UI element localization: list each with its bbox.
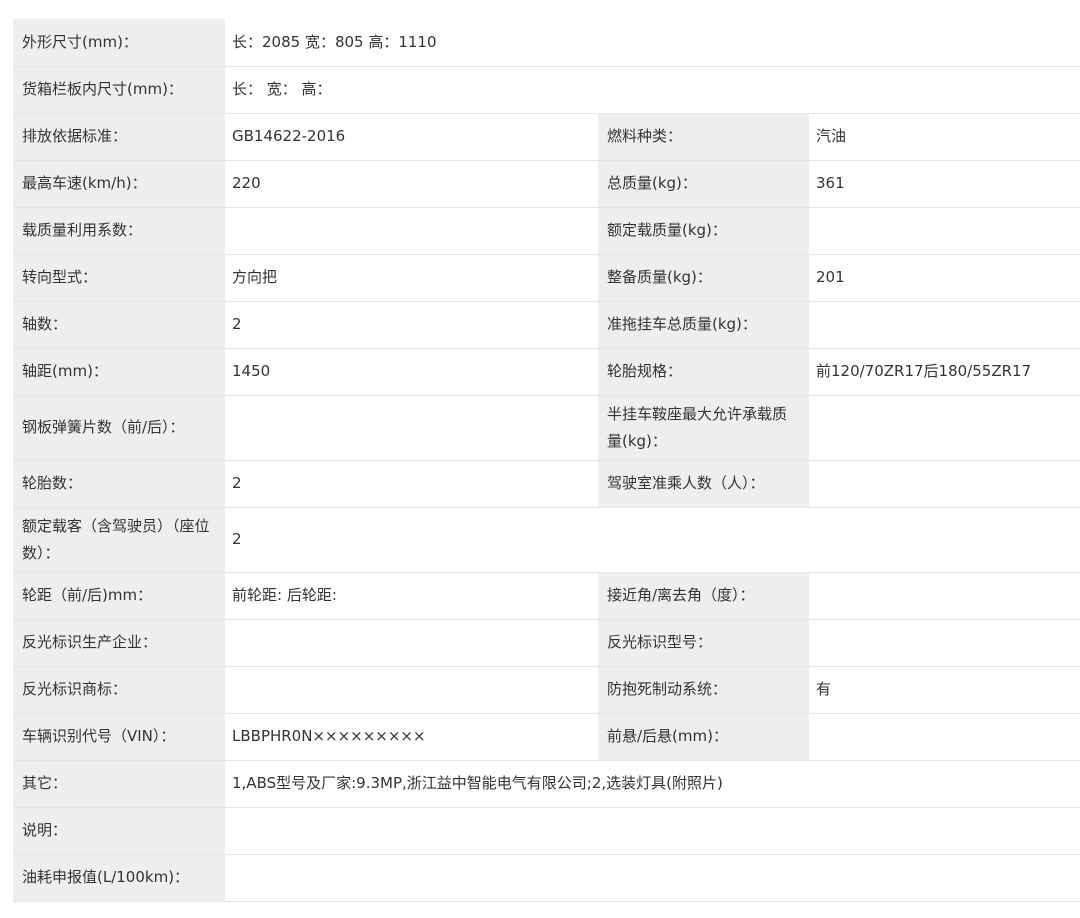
row-label: 油耗申报值(L/100km)： — [13, 854, 225, 902]
row-label: 轮胎规格： — [598, 348, 809, 396]
row-value: LBBPHR0N××××××××× — [225, 713, 598, 761]
row-value: 汽油 — [809, 113, 1080, 161]
table-row: 钢板弹簧片数（前/后）： 半挂车鞍座最大允许承载质量(kg)： — [13, 395, 1080, 461]
row-label: 反光标识型号： — [598, 619, 809, 667]
row-value — [809, 395, 1080, 461]
row-label: 最高车速(km/h)： — [13, 160, 225, 208]
table-row: 车辆识别代号（VIN）： LBBPHR0N××××××××× 前悬/后悬(mm)… — [13, 713, 1080, 761]
table-row: 反光标识商标： 防抱死制动系统： 有 — [13, 666, 1080, 714]
row-label: 车辆识别代号（VIN）： — [13, 713, 225, 761]
row-value — [225, 395, 598, 461]
table-row: 轴距(mm)： 1450 轮胎规格： 前120/70ZR17后180/55ZR1… — [13, 348, 1080, 396]
row-label: 整备质量(kg)： — [598, 254, 809, 302]
row-label: 半挂车鞍座最大允许承载质量(kg)： — [598, 395, 809, 461]
row-value: 前轮距: 后轮距: — [225, 572, 598, 620]
table-row: 载质量利用系数： 额定载质量(kg)： — [13, 207, 1080, 255]
table-row: 额定载客（含驾驶员）（座位数）： 2 — [13, 507, 1080, 573]
row-value: 2 — [225, 301, 598, 349]
row-value: 1450 — [225, 348, 598, 396]
row-value — [225, 666, 598, 714]
row-value: GB14622-2016 — [225, 113, 598, 161]
table-row: 排放依据标准： GB14622-2016 燃料种类： 汽油 — [13, 113, 1080, 161]
table-row: 油耗申报值(L/100km)： — [13, 854, 1080, 902]
table-row: 最高车速(km/h)： 220 总质量(kg)： 361 — [13, 160, 1080, 208]
row-label: 说明： — [13, 807, 225, 855]
row-value — [809, 572, 1080, 620]
row-value: 361 — [809, 160, 1080, 208]
row-value: 有 — [809, 666, 1080, 714]
row-value: 2 — [225, 507, 1080, 573]
row-value: 前120/70ZR17后180/55ZR17 — [809, 348, 1080, 396]
row-label: 转向型式： — [13, 254, 225, 302]
table-row: 外形尺寸(mm)： 长：2085 宽：805 高：1110 — [13, 19, 1080, 67]
table-row: 反光标识生产企业： 反光标识型号： — [13, 619, 1080, 667]
row-value — [225, 854, 1080, 902]
row-value: 201 — [809, 254, 1080, 302]
row-value — [809, 713, 1080, 761]
row-label: 反光标识生产企业： — [13, 619, 225, 667]
row-label: 货箱栏板内尺寸(mm)： — [13, 66, 225, 114]
vehicle-spec-table: 外形尺寸(mm)： 长：2085 宽：805 高：1110 货箱栏板内尺寸(mm… — [13, 19, 1080, 902]
row-label: 轴距(mm)： — [13, 348, 225, 396]
table-row: 说明： — [13, 807, 1080, 855]
row-label: 其它： — [13, 760, 225, 808]
row-value — [225, 619, 598, 667]
row-value: 220 — [225, 160, 598, 208]
row-label: 驾驶室准乘人数（人）： — [598, 460, 809, 508]
row-label: 轴数： — [13, 301, 225, 349]
row-label: 钢板弹簧片数（前/后）： — [13, 395, 225, 461]
row-label: 燃料种类： — [598, 113, 809, 161]
row-value: 长：2085 宽：805 高：1110 — [225, 19, 1080, 67]
row-label: 载质量利用系数： — [13, 207, 225, 255]
row-label: 前悬/后悬(mm)： — [598, 713, 809, 761]
table-row: 转向型式： 方向把 整备质量(kg)： 201 — [13, 254, 1080, 302]
row-label: 轮胎数： — [13, 460, 225, 508]
table-row: 轮胎数： 2 驾驶室准乘人数（人）： — [13, 460, 1080, 508]
row-value — [809, 207, 1080, 255]
row-label: 额定载质量(kg)： — [598, 207, 809, 255]
row-label: 防抱死制动系统： — [598, 666, 809, 714]
table-row: 轴数： 2 准拖挂车总质量(kg)： — [13, 301, 1080, 349]
row-value: 方向把 — [225, 254, 598, 302]
row-label: 准拖挂车总质量(kg)： — [598, 301, 809, 349]
table-row: 其它： 1,ABS型号及厂家:9.3MP,浙江益中智能电气有限公司;2,选装灯具… — [13, 760, 1080, 808]
row-value — [809, 619, 1080, 667]
row-label: 总质量(kg)： — [598, 160, 809, 208]
row-label: 排放依据标准： — [13, 113, 225, 161]
table-row: 轮距（前/后)mm： 前轮距: 后轮距: 接近角/离去角（度）： — [13, 572, 1080, 620]
row-label: 额定载客（含驾驶员）（座位数）： — [13, 507, 225, 573]
row-value: 2 — [225, 460, 598, 508]
table-row: 货箱栏板内尺寸(mm)： 长： 宽： 高： — [13, 66, 1080, 114]
row-value — [225, 207, 598, 255]
row-label: 轮距（前/后)mm： — [13, 572, 225, 620]
row-label: 反光标识商标： — [13, 666, 225, 714]
row-value — [809, 460, 1080, 508]
row-value — [225, 807, 1080, 855]
row-label: 外形尺寸(mm)： — [13, 19, 225, 67]
row-value: 长： 宽： 高： — [225, 66, 1080, 114]
row-value: 1,ABS型号及厂家:9.3MP,浙江益中智能电气有限公司;2,选装灯具(附照片… — [225, 760, 1080, 808]
row-label: 接近角/离去角（度）： — [598, 572, 809, 620]
row-value — [809, 301, 1080, 349]
